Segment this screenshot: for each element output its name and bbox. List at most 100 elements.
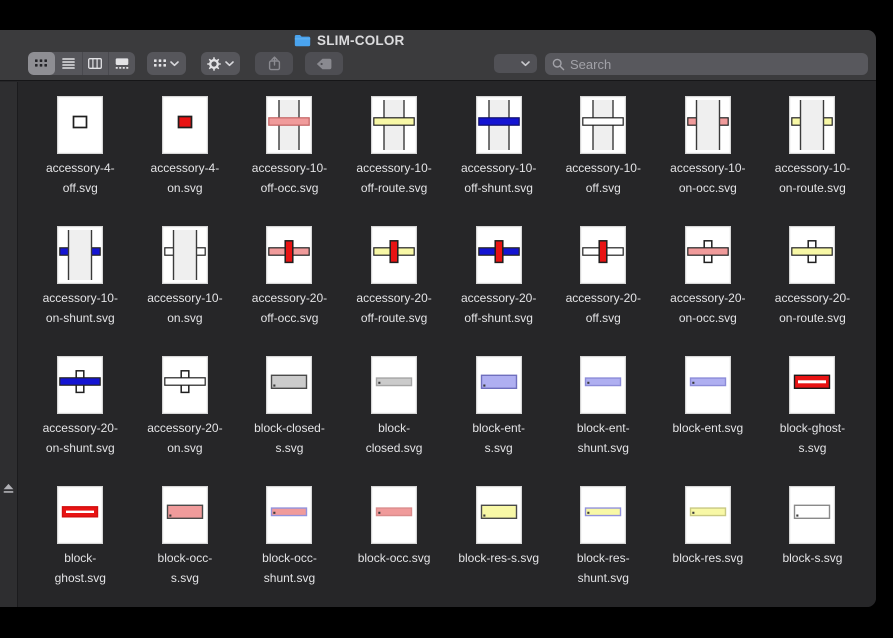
file-block-s.svg[interactable]: block-s.svg bbox=[760, 486, 865, 607]
file-preview bbox=[580, 356, 626, 414]
group-grid-icon bbox=[154, 59, 166, 68]
file-accessory-20-on.svg[interactable]: accessory-20-on.svg bbox=[133, 356, 238, 486]
finder-window: SLIM-COLOR bbox=[0, 30, 876, 607]
file-label: accessory-20-off-route.svg bbox=[356, 289, 431, 328]
file-accessory-20-on-route.svg[interactable]: accessory-20-on-route.svg bbox=[760, 226, 865, 356]
file-label: block-occ-shunt.svg bbox=[262, 549, 317, 588]
group-button[interactable] bbox=[147, 52, 186, 75]
file-preview bbox=[371, 96, 417, 154]
window-title: SLIM-COLOR bbox=[317, 33, 405, 48]
list-view-icon bbox=[62, 58, 75, 69]
file-label: block-occ-s.svg bbox=[158, 549, 213, 588]
file-label: accessory-10-on-occ.svg bbox=[670, 159, 745, 198]
file-block-res-shunt.svg[interactable]: block-res-shunt.svg bbox=[551, 486, 656, 607]
list-view-button[interactable] bbox=[55, 52, 82, 75]
file-preview bbox=[371, 486, 417, 544]
file-label: block-ent-s.svg bbox=[472, 419, 525, 458]
file-label: accessory-4-off.svg bbox=[46, 159, 115, 198]
file-browser-content: accessory-4-off.svg accessory-4-on.svg acc… bbox=[19, 82, 876, 607]
share-button[interactable] bbox=[255, 52, 293, 75]
search-scope-dropdown[interactable] bbox=[494, 54, 537, 73]
file-block-ent-shunt.svg[interactable]: block-ent-shunt.svg bbox=[551, 356, 656, 486]
search-icon bbox=[552, 58, 565, 71]
file-label: accessory-20-on-occ.svg bbox=[670, 289, 745, 328]
search-input[interactable] bbox=[570, 57, 868, 72]
file-block-ghost.svg[interactable]: block-ghost.svg bbox=[28, 486, 133, 607]
tag-button[interactable] bbox=[305, 52, 343, 75]
file-label: accessory-20-on.svg bbox=[147, 419, 222, 458]
file-accessory-20-off-route.svg[interactable]: accessory-20-off-route.svg bbox=[342, 226, 447, 356]
file-block-closed.svg[interactable]: block-closed.svg bbox=[342, 356, 447, 486]
file-accessory-20-on-shunt.svg[interactable]: accessory-20-on-shunt.svg bbox=[28, 356, 133, 486]
file-preview bbox=[57, 226, 103, 284]
action-button[interactable] bbox=[201, 52, 240, 75]
eject-icon[interactable] bbox=[3, 483, 14, 494]
file-preview bbox=[685, 226, 731, 284]
file-preview bbox=[789, 226, 835, 284]
file-accessory-10-on-shunt.svg[interactable]: accessory-10-on-shunt.svg bbox=[28, 226, 133, 356]
search-field[interactable] bbox=[545, 53, 868, 75]
file-preview bbox=[57, 486, 103, 544]
file-preview bbox=[476, 486, 522, 544]
file-accessory-10-off-route.svg[interactable]: accessory-10-off-route.svg bbox=[342, 96, 447, 226]
file-block-closed-s.svg[interactable]: block-closed-s.svg bbox=[237, 356, 342, 486]
file-accessory-10-on-occ.svg[interactable]: accessory-10-on-occ.svg bbox=[656, 96, 761, 226]
file-label: accessory-10-off-route.svg bbox=[356, 159, 431, 198]
file-preview bbox=[580, 486, 626, 544]
file-accessory-20-off-occ.svg[interactable]: accessory-20-off-occ.svg bbox=[237, 226, 342, 356]
file-accessory-10-off.svg[interactable]: accessory-10-off.svg bbox=[551, 96, 656, 226]
file-accessory-10-off-occ.svg[interactable]: accessory-10-off-occ.svg bbox=[237, 96, 342, 226]
file-preview bbox=[266, 226, 312, 284]
file-accessory-20-off.svg[interactable]: accessory-20-off.svg bbox=[551, 226, 656, 356]
column-view-button[interactable] bbox=[82, 52, 109, 75]
file-block-ghost-s.svg[interactable]: block-ghost-s.svg bbox=[760, 356, 865, 486]
file-preview bbox=[371, 356, 417, 414]
file-preview bbox=[789, 96, 835, 154]
file-accessory-10-on.svg[interactable]: accessory-10-on.svg bbox=[133, 226, 238, 356]
tag-icon bbox=[316, 58, 332, 70]
file-block-occ-s.svg[interactable]: block-occ-s.svg bbox=[133, 486, 238, 607]
view-switcher bbox=[28, 52, 135, 75]
file-preview bbox=[580, 96, 626, 154]
file-label: block-res.svg bbox=[673, 549, 744, 569]
icon-view-icon bbox=[35, 59, 47, 68]
file-accessory-10-on-route.svg[interactable]: accessory-10-on-route.svg bbox=[760, 96, 865, 226]
file-accessory-4-off.svg[interactable]: accessory-4-off.svg bbox=[28, 96, 133, 226]
chevron-down-icon bbox=[521, 61, 530, 67]
file-label: accessory-10-off-occ.svg bbox=[252, 159, 327, 198]
file-label: block-res-shunt.svg bbox=[577, 549, 630, 588]
file-accessory-20-on-occ.svg[interactable]: accessory-20-on-occ.svg bbox=[656, 226, 761, 356]
file-block-ent-s.svg[interactable]: block-ent-s.svg bbox=[446, 356, 551, 486]
file-label: accessory-4-on.svg bbox=[151, 159, 220, 198]
file-label: block-s.svg bbox=[782, 549, 842, 569]
file-preview bbox=[789, 486, 835, 544]
file-label: accessory-10-on-route.svg bbox=[775, 159, 850, 198]
file-block-ent.svg[interactable]: block-ent.svg bbox=[656, 356, 761, 486]
file-label: block-closed-s.svg bbox=[254, 419, 325, 458]
file-accessory-20-off-shunt.svg[interactable]: accessory-20-off-shunt.svg bbox=[446, 226, 551, 356]
gallery-view-button[interactable] bbox=[108, 52, 135, 75]
file-label: accessory-10-on-shunt.svg bbox=[43, 289, 118, 328]
file-grid: accessory-4-off.svg accessory-4-on.svg acc… bbox=[19, 82, 876, 607]
file-block-occ.svg[interactable]: block-occ.svg bbox=[342, 486, 447, 607]
chevron-down-icon bbox=[225, 61, 234, 67]
file-label: accessory-20-off-occ.svg bbox=[252, 289, 327, 328]
file-preview bbox=[685, 486, 731, 544]
folder-icon bbox=[294, 34, 311, 47]
gear-icon bbox=[207, 57, 221, 71]
file-label: accessory-20-on-shunt.svg bbox=[43, 419, 118, 458]
titlebar-proxy[interactable]: SLIM-COLOR bbox=[294, 33, 405, 48]
file-label: accessory-20-off.svg bbox=[566, 289, 641, 328]
file-block-res.svg[interactable]: block-res.svg bbox=[656, 486, 761, 607]
file-accessory-4-on.svg[interactable]: accessory-4-on.svg bbox=[133, 96, 238, 226]
file-preview bbox=[57, 96, 103, 154]
file-block-res-s.svg[interactable]: block-res-s.svg bbox=[446, 486, 551, 607]
file-block-occ-shunt.svg[interactable]: block-occ-shunt.svg bbox=[237, 486, 342, 607]
file-preview bbox=[266, 96, 312, 154]
icon-view-button[interactable] bbox=[28, 52, 55, 75]
file-preview bbox=[162, 226, 208, 284]
file-accessory-10-off-shunt.svg[interactable]: accessory-10-off-shunt.svg bbox=[446, 96, 551, 226]
file-preview bbox=[57, 356, 103, 414]
chevron-down-icon bbox=[170, 61, 179, 67]
file-preview bbox=[789, 356, 835, 414]
